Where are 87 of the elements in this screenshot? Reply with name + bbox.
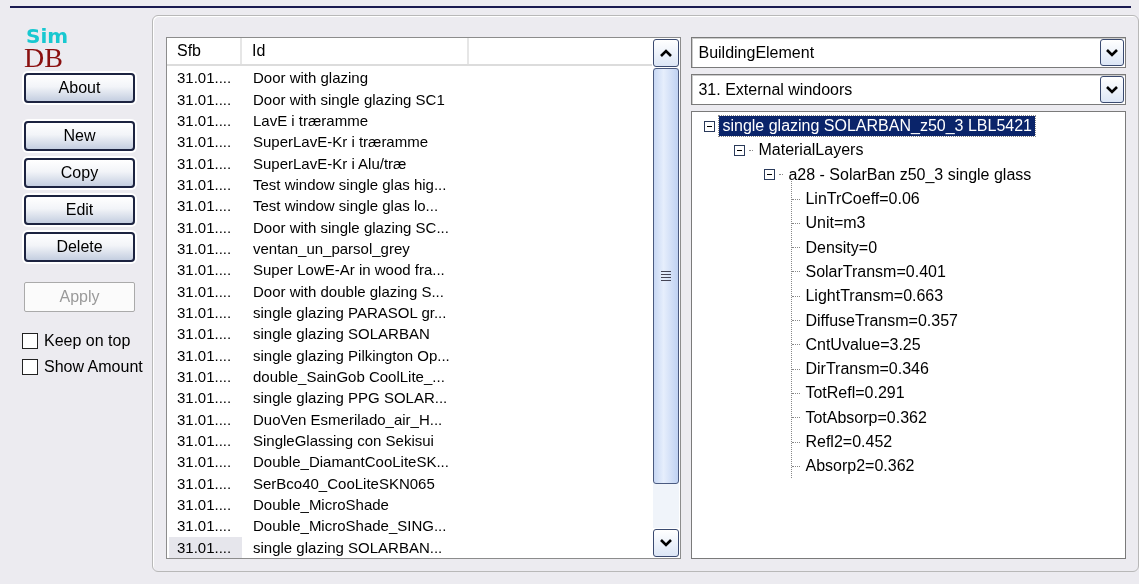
table-cell[interactable]: 31.01.... <box>169 109 242 132</box>
table-cell[interactable]: SingleGlassing con Sekisui <box>242 432 434 449</box>
tree-item[interactable]: TotRefl=0.291 <box>802 383 908 404</box>
tree-item[interactable]: Refl2=0.452 <box>802 432 896 452</box>
tree-item[interactable]: single glazing SOLARBAN_z50_3 LBL5421 <box>719 116 1035 137</box>
table-cell[interactable]: DuoVen Esmerilado_air_H... <box>242 410 443 428</box>
table-cell[interactable]: single glazing SOLARBAN <box>242 325 430 343</box>
action-button[interactable]: Delete <box>24 232 135 262</box>
grip-icon <box>661 271 672 281</box>
table-cell[interactable]: 31.01.... <box>169 515 242 537</box>
table-cell[interactable]: 31.01.... <box>169 387 242 409</box>
checkbox-label: Keep on top <box>44 332 131 350</box>
table-cell[interactable]: Double_DiamantCooLiteSK... <box>242 453 449 471</box>
table-cell[interactable]: SuperLavE-Kr i træramme <box>242 133 429 151</box>
tree-item[interactable]: TotAbsorp=0.362 <box>802 407 930 428</box>
table-cell[interactable]: 31.01.... <box>169 301 242 324</box>
table-cell[interactable]: 31.01.... <box>169 131 242 153</box>
table-cell[interactable]: Door with single glazing SC... <box>242 218 449 236</box>
table-cell[interactable]: Test window single glas hig... <box>242 175 447 193</box>
table-cell[interactable]: 31.01.... <box>169 365 242 388</box>
action-button[interactable]: Edit <box>24 195 135 225</box>
table-cell[interactable]: 31.01.... <box>169 344 242 366</box>
table-cell[interactable]: 31.01.... <box>169 67 242 89</box>
table-cell[interactable]: Double_MicroShade <box>242 496 389 514</box>
table-cell[interactable]: 31.01.... <box>169 493 242 516</box>
tree-item[interactable]: DirTransm=0.346 <box>802 359 932 380</box>
table-cell[interactable]: LavE i træramme <box>242 111 369 129</box>
table-cell[interactable]: single glazing PARASOL gr... <box>242 303 447 321</box>
tree-item[interactable]: Absorp2=0.362 <box>802 456 918 477</box>
table-cell[interactable]: Super LowE-Ar in wood fra... <box>242 261 445 279</box>
collapse-icon[interactable] <box>704 120 716 132</box>
table-cell[interactable]: 31.01.... <box>169 280 242 302</box>
table-cell[interactable]: 31.01.... <box>169 195 242 217</box>
tree-item[interactable]: Density=0 <box>802 237 881 258</box>
checkbox[interactable] <box>22 359 38 375</box>
tree-item[interactable]: LightTransm=0.663 <box>802 286 947 307</box>
down-chevron-icon <box>1105 47 1119 58</box>
table-cell[interactable]: single glazing SOLARBAN... <box>242 538 443 556</box>
table-cell[interactable]: Test window single glas lo... <box>242 197 439 215</box>
action-button[interactable]: New <box>24 121 135 151</box>
dropdown[interactable]: 31. External windoors <box>691 74 1126 105</box>
tree-item[interactable]: SolarTransm=0.401 <box>802 261 949 282</box>
scroll-down-button[interactable] <box>653 529 680 557</box>
down-chevron-icon <box>659 538 674 548</box>
tree-item[interactable]: Unit=m3 <box>802 213 869 234</box>
column-header[interactable]: Sfb <box>167 38 242 64</box>
table-cell[interactable]: single glazing PPG SOLAR... <box>242 389 448 407</box>
table-cell[interactable]: Door with double glazing S... <box>242 282 444 300</box>
table-cell[interactable]: Double_MicroShade_SING... <box>242 517 447 535</box>
table-cell[interactable]: double_SainGob CoolLite_... <box>242 368 445 385</box>
logo-text: DB <box>24 46 63 70</box>
down-chevron-icon <box>1105 84 1119 95</box>
tree-item[interactable]: DiffuseTransm=0.357 <box>802 310 961 331</box>
checkbox[interactable] <box>22 333 38 349</box>
table-cell[interactable]: ventan_un_parsol_grey <box>242 239 410 257</box>
tree-item[interactable]: LinTrCoeff=0.06 <box>802 189 923 210</box>
table-cell[interactable]: 31.01.... <box>169 88 242 110</box>
table-cell[interactable]: 31.01.... <box>169 173 242 196</box>
table-cell[interactable]: 31.01.... <box>169 237 242 260</box>
dropdown[interactable]: BuildingElement <box>691 37 1126 68</box>
table-cell[interactable]: 31.01.... <box>169 323 242 345</box>
scrollbar-thumb[interactable] <box>653 68 680 484</box>
logo-text: Sim <box>26 26 69 46</box>
table-cell[interactable]: Door with single glazing SC1 <box>242 90 445 108</box>
table-cell[interactable]: 31.01.... <box>169 472 242 494</box>
table-cell[interactable]: single glazing Pilkington Op... <box>242 346 450 364</box>
table-cell[interactable]: 31.01.... <box>169 451 242 473</box>
table-cell[interactable]: SerBco40_CooLiteSKN065 <box>242 474 435 492</box>
table-cell[interactable]: 31.01.... <box>169 259 242 281</box>
action-button[interactable]: Copy <box>24 158 135 188</box>
table-cell[interactable]: 31.01.... <box>169 429 242 452</box>
table-cell[interactable]: 31.01.... <box>169 152 242 174</box>
table-cell[interactable]: SuperLavE-Kr i Alu/træ <box>242 154 407 172</box>
scroll-up-button[interactable] <box>653 39 680 67</box>
table-cell[interactable]: 31.01.... <box>169 408 242 430</box>
checkbox-label: Show Amount <box>44 358 143 376</box>
collapse-icon[interactable] <box>734 144 746 156</box>
column-header[interactable]: Id <box>242 38 469 64</box>
table-cell[interactable]: 31.01.... <box>169 216 242 238</box>
tree-item[interactable]: CntUvalue=3.25 <box>802 334 924 355</box>
action-button[interactable]: About <box>24 73 135 103</box>
table-cell[interactable]: 31.01.... <box>169 536 242 558</box>
collapse-icon[interactable] <box>764 169 776 181</box>
up-chevron-icon <box>659 48 674 58</box>
table-cell[interactable]: Door with glazing <box>242 69 369 87</box>
tree-item[interactable]: a28 - SolarBan z50_3 single glass <box>785 164 1035 185</box>
tree-item[interactable]: MaterialLayers <box>755 140 867 161</box>
